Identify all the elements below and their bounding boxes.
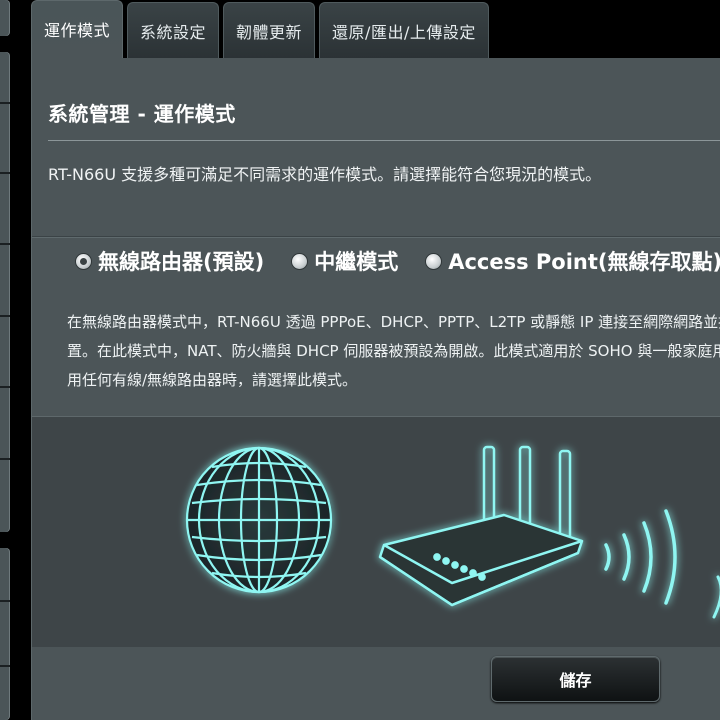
sidebar-divider xyxy=(0,243,10,245)
access-point-radio[interactable] xyxy=(426,253,442,269)
mode-label: Access Point(無線存取點) xyxy=(448,250,720,274)
sidebar-divider xyxy=(0,665,10,667)
save-button[interactable]: 儲存 xyxy=(491,656,660,702)
illustration-graphic xyxy=(185,445,720,619)
sidebar-divider xyxy=(0,600,10,602)
mode-description-line: 用任何有線/無線路由器時，請選擇此模式。 xyxy=(67,371,358,389)
operation-mode-radio-group: 無線路由器(預設) 中繼模式 Access Point(無線存取點) xyxy=(76,246,720,276)
section-divider xyxy=(32,236,720,237)
mode-option-repeater[interactable]: 中繼模式 xyxy=(292,246,398,276)
sidebar-menu[interactable] xyxy=(0,548,10,720)
router-icon xyxy=(378,445,584,607)
mode-label: 無線路由器(預設) xyxy=(98,250,265,274)
mode-option-wireless-router[interactable]: 無線路由器(預設) xyxy=(76,246,264,276)
sidebar-divider xyxy=(0,172,10,174)
sidebar-divider xyxy=(0,102,10,104)
mode-label: 中繼模式 xyxy=(314,250,399,274)
tab-system[interactable]: 系統設定 xyxy=(127,2,220,58)
sidebar-item[interactable] xyxy=(0,0,10,36)
mode-description: 在無線路由器模式中，RT-N66U 透過 PPPoE、DHCP、PPTP、L2T… xyxy=(67,308,720,395)
tab-firmware-upgrade[interactable]: 韌體更新 xyxy=(223,2,316,58)
sidebar-divider xyxy=(0,386,10,388)
title-divider xyxy=(48,140,720,141)
repeater-radio[interactable] xyxy=(292,253,308,269)
mode-description-line: 置。在此模式中，NAT、防火牆與 DHCP 伺服器被預設為開啟。此模式適用於 S… xyxy=(67,342,720,360)
main-panel: 系統管理 - 運作模式 RT-N66U 支援多種可滿足不同需求的運作模式。請選擇… xyxy=(31,58,720,720)
page-title: 系統管理 - 運作模式 xyxy=(48,102,236,126)
sidebar-menu[interactable] xyxy=(0,52,10,532)
globe-icon xyxy=(185,446,333,594)
mode-description-line: 在無線路由器模式中，RT-N66U 透過 PPPoE、DHCP、PPTP、L2T… xyxy=(67,313,720,331)
tab-restore-save-upload[interactable]: 還原/匯出/上傳設定 xyxy=(319,2,489,58)
mode-illustration xyxy=(32,416,720,647)
app-root: 運作模式 系統設定 韌體更新 還原/匯出/上傳設定 系統管理 - 運作模式 RT… xyxy=(0,0,720,720)
page-description: RT-N66U 支援多種可滿足不同需求的運作模式。請選擇能符合您現況的模式。 xyxy=(48,165,602,184)
tab-operation-mode[interactable]: 運作模式 xyxy=(31,0,124,60)
wireless-signal-icon xyxy=(604,509,720,619)
tab-bar: 運作模式 系統設定 韌體更新 還原/匯出/上傳設定 xyxy=(31,0,489,60)
mode-option-access-point[interactable]: Access Point(無線存取點) xyxy=(426,246,720,276)
sidebar-divider xyxy=(0,458,10,460)
wireless-router-radio[interactable] xyxy=(76,253,91,269)
sidebar-divider xyxy=(0,315,10,317)
